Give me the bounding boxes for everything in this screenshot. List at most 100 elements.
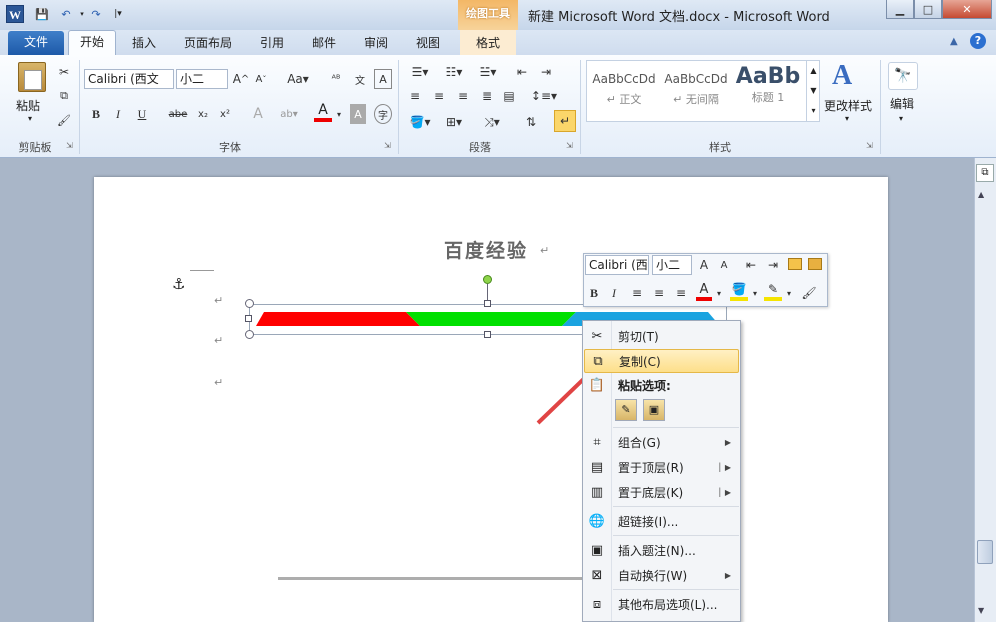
line-spacing-icon[interactable]: ↕≡▾ [530,86,558,106]
resize-handle-left[interactable] [245,315,252,322]
mini-outline-icon[interactable]: ✎ [764,281,782,301]
mini-italic-button[interactable]: I [606,283,622,303]
distributed-icon[interactable]: ▤ [500,86,518,106]
clipboard-launcher-icon[interactable]: ⇲ [66,141,73,150]
subscript-button[interactable]: x₂ [194,104,212,124]
styles-scroll[interactable]: ▲ ▼ ▾ [806,61,820,121]
borders-icon[interactable]: ⊞▾ [440,112,468,132]
show-marks-icon[interactable]: ↵ [554,110,576,132]
change-styles-dropdown-icon[interactable]: ▾ [845,114,849,123]
font-family-combo[interactable]: Calibri (西文 [84,69,174,89]
copy-icon[interactable]: ⧉ [55,86,73,106]
tab-format[interactable]: 格式 [470,33,506,55]
align-left-icon[interactable]: ≡ [406,86,424,106]
tab-insert[interactable]: 插入 [126,33,162,55]
mini-outline-dropdown-icon[interactable]: ▾ [784,283,794,303]
mini-align-center-icon[interactable]: ≡ [650,283,668,303]
align-center-icon[interactable]: ≡ [430,86,448,106]
mini-font-combo[interactable]: Calibri (西 [585,255,649,275]
style-normal[interactable]: AaBbCcDd ↵ 正文 [590,62,658,116]
resize-handle-bl[interactable] [245,330,254,339]
document-title[interactable]: 百度经验 [444,236,528,263]
paragraph-launcher-icon[interactable]: ⇲ [566,141,573,150]
increase-indent-icon[interactable]: ⇥ [536,62,556,82]
help-icon[interactable]: ? [970,33,986,49]
menu-item-cut[interactable]: ✂ 剪切(T) [584,324,739,348]
highlight-icon[interactable]: ab▾ [278,104,300,124]
paste-keep-format-icon[interactable]: ✎ [615,399,637,421]
mini-bold-button[interactable]: B [586,283,602,303]
enclose-char-icon[interactable]: 字 [374,104,392,124]
mini-size-combo[interactable]: 小二 [652,255,692,275]
mini-shrink-font-icon[interactable]: A [716,255,732,275]
font-color-dropdown-icon[interactable]: ▾ [334,104,344,124]
menu-item-group[interactable]: ⌗ 组合(G) ▶ [584,430,739,454]
styles-launcher-icon[interactable]: ⇲ [866,141,873,150]
paste-as-picture-icon[interactable]: ▣ [643,399,665,421]
customize-qat-icon[interactable]: |▾ [110,6,126,22]
phonetic-guide-icon[interactable]: 文 [350,69,370,89]
mini-increase-indent-icon[interactable]: ⇥ [764,255,782,275]
menu-item-send-back[interactable]: ▥ 置于底层(K) │ ▶ [584,480,739,504]
format-painter-icon[interactable]: 🖌 [55,110,73,130]
paste-dropdown-icon[interactable]: ▾ [28,114,32,123]
superscript-button[interactable]: x² [216,104,234,124]
save-icon[interactable]: 💾 [34,6,50,22]
italic-button[interactable]: I [110,104,126,124]
mini-font-color-icon[interactable]: A [696,281,712,301]
resize-handle-tl[interactable] [245,299,254,308]
style-heading1[interactable]: AaBb 标题 1 [734,62,802,116]
decrease-indent-icon[interactable]: ⇤ [512,62,532,82]
underline-button[interactable]: U [134,104,150,124]
bold-button[interactable]: B [88,104,104,124]
minimize-button[interactable]: ▁ [886,0,914,19]
tab-home[interactable]: 开始 [68,30,116,56]
font-size-combo[interactable]: 小二 [176,69,228,89]
change-styles-icon[interactable]: A [832,60,852,92]
rotate-handle[interactable] [483,275,492,284]
menu-item-hyperlink[interactable]: 🌐 超链接(I)... [584,509,739,533]
char-shading-icon[interactable]: A [350,104,366,124]
char-border-icon[interactable]: A [374,69,392,89]
close-button[interactable]: ✕ [942,0,992,19]
menu-item-copy[interactable]: ⧉ 复制(C) [584,349,739,373]
text-effects-icon[interactable]: A [248,104,268,124]
style-no-spacing[interactable]: AaBbCcDd ↵ 无间隔 [662,62,730,116]
scroll-down-icon[interactable]: ▼ [978,606,984,615]
word-app-icon[interactable]: W [6,5,24,23]
clear-format-icon[interactable]: ᴬᴮ [326,69,346,89]
menu-item-more-layout[interactable]: ⧈ 其他布局选项(L)... [584,592,739,616]
mini-fill-color-icon[interactable]: 🪣 [730,281,748,301]
font-color-icon[interactable]: A [314,102,332,122]
tab-references[interactable]: 引用 [254,33,290,55]
menu-item-insert-caption[interactable]: ▣ 插入题注(N)... [584,538,739,562]
edit-dropdown-icon[interactable]: ▾ [899,114,903,123]
font-launcher-icon[interactable]: ⇲ [384,141,391,150]
change-styles-label[interactable]: 更改样式 [824,97,872,114]
numbering-icon[interactable]: ☷▾ [440,62,468,82]
tab-view[interactable]: 视图 [410,33,446,55]
sort-az-icon[interactable]: ⇅ [522,112,540,132]
paste-label[interactable]: 粘贴 [16,97,40,114]
change-case-icon[interactable]: Aa▾ [286,69,310,89]
align-right-icon[interactable]: ≡ [454,86,472,106]
mini-font-color-dropdown-icon[interactable]: ▾ [714,283,724,303]
strikethrough-button[interactable]: abe [166,104,190,124]
resize-handle-bottom[interactable] [484,331,491,338]
redo-icon[interactable]: ↷ [88,6,104,22]
tab-review[interactable]: 审阅 [358,33,394,55]
mini-grow-font-icon[interactable]: A [696,255,712,275]
edit-label[interactable]: 编辑 [890,95,914,112]
undo-icon[interactable]: ↶ [58,6,74,22]
mini-align-right-icon[interactable]: ≡ [672,283,690,303]
menu-item-bring-front[interactable]: ▤ 置于顶层(R) │ ▶ [584,455,739,479]
scroll-up-icon[interactable]: ▲ [978,190,984,199]
mini-align-left-icon[interactable]: ≡ [628,283,646,303]
collapse-ribbon-icon[interactable]: ▲ [950,36,958,47]
justify-icon[interactable]: ≣ [478,86,496,106]
tab-page-layout[interactable]: 页面布局 [178,33,238,55]
find-icon[interactable]: 🔭 [888,62,918,90]
mini-send-back-icon[interactable] [808,258,822,270]
menu-item-wrap-text[interactable]: ⊠ 自动换行(W) ▶ [584,563,739,587]
sort-icon[interactable]: ⤨▾ [478,112,506,132]
